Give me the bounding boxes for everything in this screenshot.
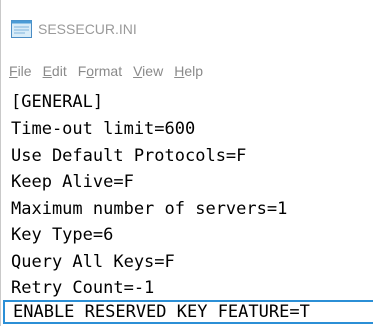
menu-format[interactable]: Format — [78, 63, 122, 79]
menu-bar: File Edit Format View Help — [1, 60, 373, 82]
notepad-window: SESSECUR.INI File Edit Format View Help … — [0, 0, 373, 326]
window-title: SESSECUR.INI — [38, 21, 137, 37]
title-bar[interactable]: SESSECUR.INI — [1, 0, 373, 52]
menu-edit[interactable]: Edit — [43, 63, 67, 79]
editor-line-highlighted[interactable]: ENABLE RESERVED KEY FEATURE=T — [3, 300, 373, 324]
editor-line[interactable]: Retry Count=-1 — [11, 276, 154, 300]
editor-line[interactable]: Use Default Protocols=F — [11, 144, 246, 168]
notepad-icon — [11, 20, 32, 38]
editor-line[interactable]: [GENERAL] — [11, 90, 103, 114]
editor-line[interactable]: Maximum number of servers=1 — [11, 197, 287, 221]
menu-format-pre: F — [77, 63, 87, 79]
menu-view-post: iew — [142, 63, 164, 79]
menu-file[interactable]: File — [9, 63, 32, 79]
menu-format-post: rmat — [94, 63, 123, 79]
menu-view[interactable]: View — [133, 63, 163, 79]
menu-format-mnemonic: o — [86, 63, 95, 79]
editor-line[interactable]: Time-out limit=600 — [11, 117, 195, 141]
menu-edit-post: dit — [51, 63, 67, 79]
menu-view-mnemonic: V — [133, 63, 143, 79]
menu-file-post: ile — [17, 63, 32, 79]
menu-edit-mnemonic: E — [42, 63, 52, 79]
editor-line[interactable]: Keep Alive=F — [11, 170, 134, 194]
menu-help-post: elp — [184, 63, 203, 79]
menu-file-mnemonic: F — [9, 63, 18, 79]
menu-help-mnemonic: H — [174, 63, 185, 79]
menu-help[interactable]: Help — [174, 63, 203, 79]
editor-line[interactable]: Query All Keys=F — [11, 250, 175, 274]
text-editor-area[interactable]: [GENERAL] Time-out limit=600 Use Default… — [1, 86, 373, 326]
editor-line[interactable]: Key Type=6 — [11, 223, 113, 247]
